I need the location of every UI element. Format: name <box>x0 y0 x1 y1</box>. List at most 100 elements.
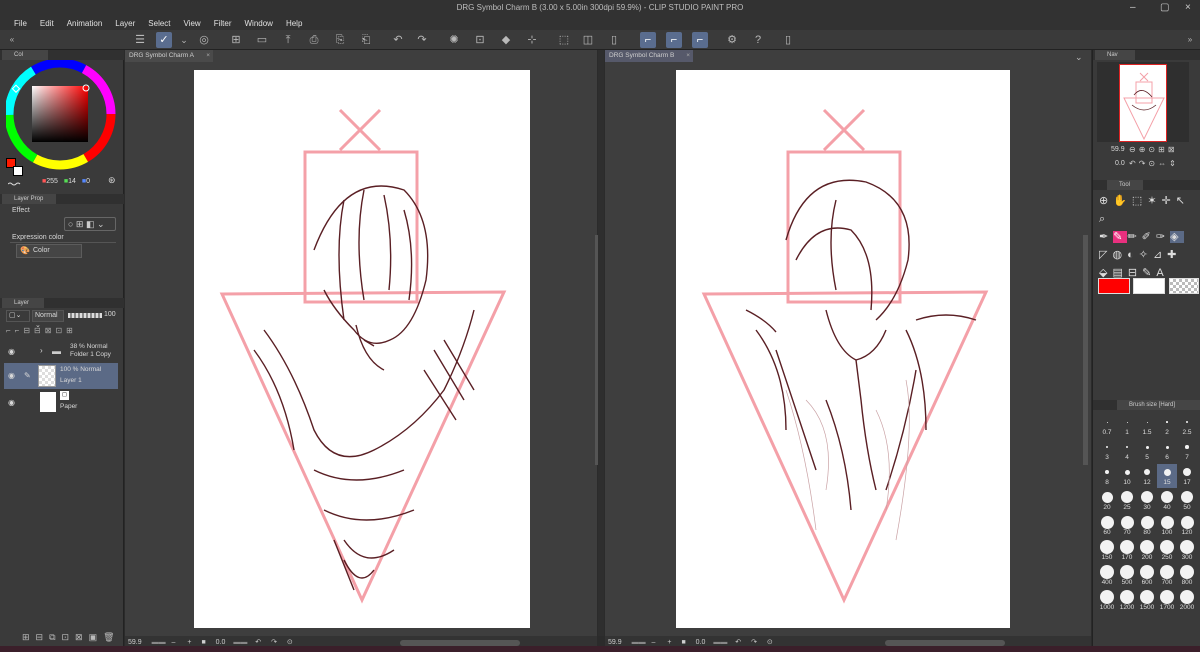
menu-select[interactable]: Select <box>148 19 170 28</box>
canvas-a-area[interactable]: DRG Symbol Charm A × 59.9 ▬▬ – + ■ 0.0 ▬… <box>125 50 600 650</box>
zoom-out-icon[interactable]: – <box>652 639 656 646</box>
tool-grid[interactable]: ⊕✋⬚✶✛↖ ⌕ ✒✎✏✐✑◈ ◸◍◐✧⊿✚ ⬙▤⊟✎A <box>1099 192 1199 282</box>
menu-view[interactable]: View <box>184 19 201 28</box>
pencil-tool-icon[interactable]: ✏ <box>1127 231 1141 243</box>
navigator-preview[interactable] <box>1097 62 1189 142</box>
text-tool-icon[interactable]: ✚ <box>1167 249 1181 261</box>
menu-filter[interactable]: Filter <box>214 19 232 28</box>
wand-tool-icon[interactable]: ✶ <box>1147 195 1161 207</box>
layer-option-icons[interactable]: ⌐⌐⊟⊟⊠⊡⊞ <box>6 326 122 338</box>
canvas-a-page[interactable] <box>194 70 530 628</box>
menu-layer[interactable]: Layer <box>115 19 135 28</box>
pen-tool-icon[interactable]: ✒ <box>1099 231 1113 243</box>
fill-icon[interactable]: ◆ <box>498 32 514 48</box>
brush-size-70[interactable]: 70 <box>1117 514 1137 538</box>
zoom-in-icon[interactable]: + <box>667 639 671 646</box>
transparent-color-icon[interactable] <box>7 179 22 186</box>
canvas-a-zoom[interactable]: 59.9 <box>128 639 142 646</box>
brush-size-grid[interactable]: 0.7 1 1.5 2 2.5 3 4 5 6 7 8 10 12 15 17 20 25 30 40 50 60 70 8… <box>1097 414 1200 614</box>
brush-size-1700[interactable]: 1700 <box>1157 589 1177 613</box>
eye-icon[interactable]: ◉ <box>8 371 15 380</box>
selection-outline-icon[interactable]: ▯ <box>606 32 622 48</box>
layer-tab[interactable]: Layer <box>2 298 44 308</box>
reset-rotation-icon[interactable]: ⊙ <box>767 639 773 646</box>
layer-bottom-icons[interactable]: ⊞⊟⧉⊡⊠▣🗑 <box>22 632 122 644</box>
brush-size-50[interactable]: 50 <box>1177 489 1197 513</box>
rotate-right-icon[interactable]: ↷ <box>271 639 277 646</box>
brush-size-5[interactable]: 5 <box>1137 439 1157 463</box>
airbrush-tool-icon[interactable]: ✐ <box>1142 231 1156 243</box>
close-tab-icon[interactable]: × <box>686 50 690 62</box>
brush-size-17[interactable]: 17 <box>1177 464 1197 488</box>
brush-size-150[interactable]: 150 <box>1097 539 1117 563</box>
brush-size-60[interactable]: 60 <box>1097 514 1117 538</box>
layer-row-layer1[interactable]: ◉ ✎ 100 % Normal Layer 1 <box>4 363 118 389</box>
menu-animation[interactable]: Animation <box>67 19 103 28</box>
folder-expand-icon[interactable]: › <box>40 346 43 355</box>
open-file-icon[interactable]: ▭ <box>254 32 270 48</box>
effect-buttons[interactable]: ○ ⊞ ◧ ⌄ <box>64 217 116 231</box>
menu-icon[interactable]: ☰ <box>132 32 148 48</box>
brush-size-20[interactable]: 20 <box>1097 489 1117 513</box>
canvas-b-vscroll[interactable] <box>1083 235 1088 465</box>
brush-size-40[interactable]: 40 <box>1157 489 1177 513</box>
color-wheel-tab[interactable]: Col <box>2 50 48 60</box>
collapse-left-icon[interactable]: « <box>4 32 20 48</box>
eraser-tool-icon[interactable]: ✑ <box>1156 231 1170 243</box>
eye-icon[interactable]: ◉ <box>8 347 15 356</box>
brush-size-0-7[interactable]: 0.7 <box>1097 414 1117 438</box>
search-tool-icon[interactable]: ⌕ <box>1099 213 1110 225</box>
export-icon[interactable]: ⎙ <box>306 32 322 48</box>
brush-size-600[interactable]: 600 <box>1137 564 1157 588</box>
close-icon[interactable]: × <box>1185 2 1191 13</box>
canvas-b-angle[interactable]: 0.0 <box>696 639 706 646</box>
layer-row-paper[interactable]: ◉ ◻ Paper <box>4 390 118 414</box>
tool-tab[interactable]: Tool <box>1107 180 1143 190</box>
menu-file[interactable]: File <box>14 19 27 28</box>
canvas-a-angle[interactable]: 0.0 <box>216 639 226 646</box>
layer-row-folder[interactable]: ◉ › ▬ 38 % Normal Folder 1 Copy <box>4 341 118 363</box>
export-web-icon[interactable]: ⎗ <box>358 32 374 48</box>
menu-help[interactable]: Help <box>286 19 302 28</box>
brush-size-2-5[interactable]: 2.5 <box>1177 414 1197 438</box>
rotate-left-icon[interactable]: ↶ <box>255 639 261 646</box>
undo-icon[interactable]: ↶ <box>390 32 406 48</box>
zoom-tool-icon[interactable]: ⊕ <box>1099 195 1113 207</box>
navigator-zoom-icons[interactable]: ⊖⊕⊙⊞⊠ <box>1129 145 1178 154</box>
brush-size-300[interactable]: 300 <box>1177 539 1197 563</box>
brush-size-4[interactable]: 4 <box>1117 439 1137 463</box>
canvas-b-zoom[interactable]: 59.9 <box>608 639 622 646</box>
brush-size-2000[interactable]: 2000 <box>1177 589 1197 613</box>
fill-tool-icon[interactable]: ◍ <box>1112 249 1127 261</box>
brush-size-15[interactable]: 15 <box>1157 464 1177 488</box>
transform-icon[interactable]: ⊹ <box>524 32 540 48</box>
select-tool-icon[interactable]: ✓ <box>156 32 172 48</box>
maximize-icon[interactable]: ▢ <box>1160 2 1169 13</box>
save-icon[interactable]: ⤒ <box>280 32 296 48</box>
marquee-tool-icon[interactable]: ⬚ <box>1132 195 1147 207</box>
redo-icon[interactable]: ↷ <box>414 32 430 48</box>
new-file-icon[interactable]: ⊞ <box>228 32 244 48</box>
stabilization-high-icon[interactable]: ⌐ <box>692 32 708 48</box>
brush-size-12[interactable]: 12 <box>1137 464 1157 488</box>
navigator-rotate-icons[interactable]: ↶↷⊙⇔⇕ <box>1129 159 1179 168</box>
brush-size-400[interactable]: 400 <box>1097 564 1117 588</box>
eye-icon[interactable]: ◉ <box>8 398 15 407</box>
brush-size-250[interactable]: 250 <box>1157 539 1177 563</box>
brush-size-170[interactable]: 170 <box>1117 539 1137 563</box>
brush-size-100[interactable]: 100 <box>1157 514 1177 538</box>
brush-size-30[interactable]: 30 <box>1137 489 1157 513</box>
rotate-right-icon[interactable]: ↷ <box>751 639 757 646</box>
hand-tool-icon[interactable]: ✋ <box>1113 195 1132 207</box>
rotate-left-icon[interactable]: ↶ <box>735 639 741 646</box>
stabilization-mid-icon[interactable]: ⌐ <box>666 32 682 48</box>
canvas-b-page[interactable] <box>676 70 1010 628</box>
navigator-angle[interactable]: 0.0 <box>1115 160 1125 167</box>
collapse-right-icon[interactable]: » <box>1182 32 1198 48</box>
clip-studio-icon[interactable]: ◎ <box>196 32 212 48</box>
brush-size-800[interactable]: 800 <box>1177 564 1197 588</box>
object-tool-icon[interactable]: ↖ <box>1176 195 1190 207</box>
navigator-zoom[interactable]: 59.9 <box>1111 146 1125 153</box>
tool-sub-color[interactable] <box>1133 278 1165 294</box>
brush-size-8[interactable]: 8 <box>1097 464 1117 488</box>
